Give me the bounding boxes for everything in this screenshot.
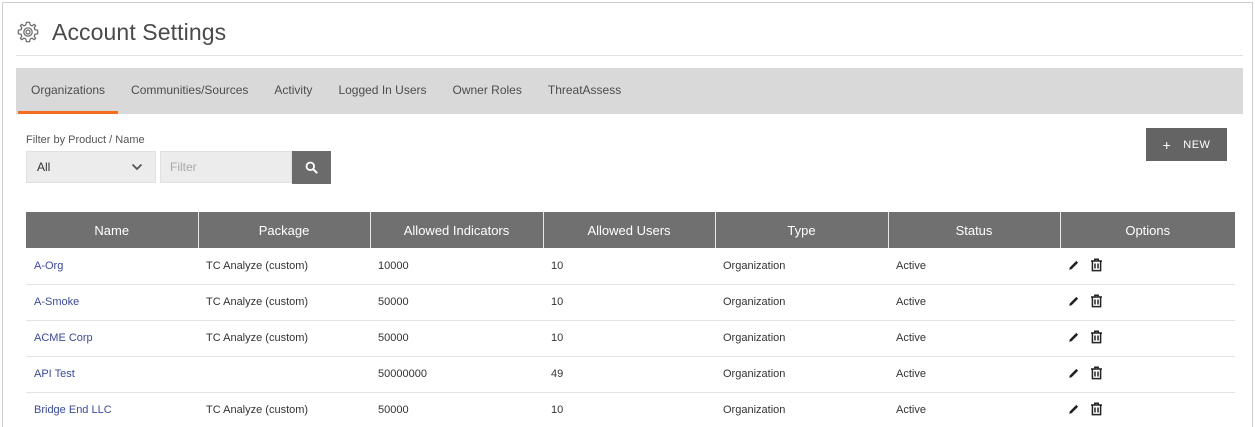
column-header-allowed-indicators[interactable]: Allowed Indicators xyxy=(370,212,544,248)
table-row: API Test 50000000 49 Organization Active xyxy=(26,356,1235,393)
delete-icon[interactable] xyxy=(1090,330,1103,344)
delete-icon[interactable] xyxy=(1090,294,1103,308)
edit-icon[interactable] xyxy=(1068,259,1080,271)
cell-package: TC Analyze (custom) xyxy=(198,248,370,285)
column-header-allowed-users[interactable]: Allowed Users xyxy=(543,212,716,248)
column-header-package[interactable]: Package xyxy=(198,212,371,248)
org-name-link[interactable]: A-Smoke xyxy=(34,296,79,308)
cell-status: Active xyxy=(888,356,1060,393)
filter-input[interactable] xyxy=(160,151,292,183)
table-row: Bridge End LLC TC Analyze (custom) 50000… xyxy=(26,392,1235,427)
cell-status: Active xyxy=(888,392,1060,427)
cell-status: Active xyxy=(888,248,1060,285)
cell-type: Organization xyxy=(715,320,888,357)
cell-package: TC Analyze (custom) xyxy=(198,284,370,321)
search-icon xyxy=(305,161,318,174)
org-name-link[interactable]: Bridge End LLC xyxy=(34,404,112,416)
tab-activity[interactable]: Activity xyxy=(261,68,325,114)
product-select[interactable]: All xyxy=(26,151,156,183)
cell-name: ACME Corp xyxy=(26,320,198,357)
cell-name: API Test xyxy=(26,356,198,393)
page-title: Account Settings xyxy=(52,19,227,45)
column-header-type[interactable]: Type xyxy=(715,212,889,248)
search-button[interactable] xyxy=(292,151,331,184)
plus-icon: + xyxy=(1162,136,1172,153)
cell-name: A-Org xyxy=(26,248,198,285)
organizations-table: Name Package Allowed Indicators Allowed … xyxy=(26,212,1235,427)
cell-options xyxy=(1060,392,1235,427)
tab-organizations[interactable]: Organizations xyxy=(18,68,119,114)
chevron-down-icon xyxy=(131,163,143,171)
edit-icon[interactable] xyxy=(1068,367,1080,379)
cell-allowed-users: 10 xyxy=(543,248,715,285)
product-select-value: All xyxy=(37,160,51,174)
tab-owner-roles[interactable]: Owner Roles xyxy=(440,68,535,114)
column-header-options: Options xyxy=(1060,212,1235,248)
org-name-link[interactable]: API Test xyxy=(34,368,75,380)
tab-threatassess[interactable]: ThreatAssess xyxy=(535,68,634,114)
org-name-link[interactable]: ACME Corp xyxy=(34,332,93,344)
cell-status: Active xyxy=(888,284,1060,321)
edit-icon[interactable] xyxy=(1068,331,1080,343)
new-button[interactable]: + NEW xyxy=(1146,128,1227,161)
edit-icon[interactable] xyxy=(1068,295,1080,307)
cell-options xyxy=(1060,284,1235,321)
cell-package: TC Analyze (custom) xyxy=(198,392,370,427)
cell-type: Organization xyxy=(715,356,888,393)
cell-type: Organization xyxy=(715,392,888,427)
cell-type: Organization xyxy=(715,284,888,321)
table-row: A-Smoke TC Analyze (custom) 50000 10 Org… xyxy=(26,284,1235,321)
column-header-status[interactable]: Status xyxy=(888,212,1061,248)
cell-status: Active xyxy=(888,320,1060,357)
delete-icon[interactable] xyxy=(1090,258,1103,272)
cell-name: Bridge End LLC xyxy=(26,392,198,427)
cell-package: TC Analyze (custom) xyxy=(198,320,370,357)
edit-icon[interactable] xyxy=(1068,403,1080,415)
org-name-link[interactable]: A-Org xyxy=(34,260,63,272)
table-header-row: Name Package Allowed Indicators Allowed … xyxy=(26,212,1235,248)
cell-allowed-users: 10 xyxy=(543,284,715,321)
cell-allowed-indicators: 50000 xyxy=(370,320,543,357)
delete-icon[interactable] xyxy=(1090,366,1103,380)
cell-name: A-Smoke xyxy=(26,284,198,321)
tab-communities-sources[interactable]: Communities/Sources xyxy=(118,68,261,114)
cell-options xyxy=(1060,356,1235,393)
new-button-label: NEW xyxy=(1183,138,1211,151)
table-row: A-Org TC Analyze (custom) 10000 10 Organ… xyxy=(26,248,1235,285)
cell-package xyxy=(198,356,370,393)
cell-allowed-users: 10 xyxy=(543,320,715,357)
column-header-name[interactable]: Name xyxy=(26,212,199,248)
cell-allowed-indicators: 50000 xyxy=(370,284,543,321)
page-header: Account Settings xyxy=(16,18,1243,56)
cell-options xyxy=(1060,320,1235,357)
cell-allowed-indicators: 50000000 xyxy=(370,356,543,393)
cell-type: Organization xyxy=(715,248,888,285)
cell-allowed-indicators: 10000 xyxy=(370,248,543,285)
cell-allowed-users: 10 xyxy=(543,392,715,427)
delete-icon[interactable] xyxy=(1090,402,1103,416)
cell-allowed-users: 49 xyxy=(543,356,715,393)
cell-allowed-indicators: 50000 xyxy=(370,392,543,427)
filter-label: Filter by Product / Name xyxy=(26,134,145,146)
table-row: ACME Corp TC Analyze (custom) 50000 10 O… xyxy=(26,320,1235,357)
gear-icon xyxy=(17,21,39,43)
tab-bar: Organizations Communities/Sources Activi… xyxy=(16,68,1243,114)
cell-options xyxy=(1060,248,1235,285)
tab-logged-in-users[interactable]: Logged In Users xyxy=(325,68,439,114)
